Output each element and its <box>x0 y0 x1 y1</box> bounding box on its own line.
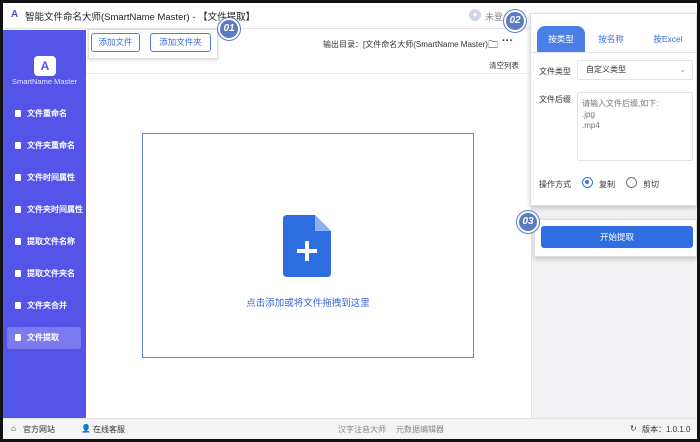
version-text[interactable]: 版本：1.0.1.0 <box>642 424 690 435</box>
copy-radio[interactable] <box>582 177 593 188</box>
app-logo: A <box>34 56 56 76</box>
user-avatar-icon[interactable]: ● <box>469 9 481 21</box>
drop-hint: 点击添加或将文件拖拽到这里 <box>246 298 370 309</box>
sidebar-item-label: 文件夹合并 <box>27 301 67 310</box>
sidebar-item-file-rename[interactable]: 文件重命名 <box>7 103 81 125</box>
sidebar-item-label: 文件夹重命名 <box>27 141 75 150</box>
file-type-select[interactable]: 自定义类型 ⌄ <box>577 60 693 80</box>
app-logo-icon: A <box>11 9 19 20</box>
sidebar-item-folder-rename[interactable]: 文件夹重命名 <box>7 135 81 157</box>
sidebar-item-label: 提取文件夹名 <box>27 269 75 278</box>
home-icon: ⌂ <box>11 424 16 433</box>
tab-by-type[interactable]: 按类型 <box>537 26 585 52</box>
step-marker-3: 03 <box>517 211 539 233</box>
sidebar-item-label: 提取文件名称 <box>27 237 75 246</box>
sidebar-item-folder-merge[interactable]: 文件夹合并 <box>7 295 81 317</box>
sidebar-item-label: 文件时间属性 <box>27 173 75 182</box>
add-file-icon[interactable] <box>283 215 331 277</box>
file-icon <box>15 334 21 341</box>
refresh-icon: ↻ <box>630 424 637 433</box>
more-icon[interactable]: ··· <box>502 35 513 47</box>
chevron-down-icon: ⌄ <box>679 65 686 74</box>
app-name: SmartName Master <box>11 77 77 86</box>
output-directory[interactable]: 输出目录：[文件命名大师(SmartName Master) <box>323 39 488 50</box>
file-icon <box>15 206 21 213</box>
sidebar-item-label: 文件夹时间属性 <box>27 205 83 214</box>
sidebar-item-label: 文件提取 <box>27 333 59 342</box>
cut-radio[interactable] <box>626 177 637 188</box>
website-link[interactable]: 官方网站 <box>23 424 55 435</box>
tab-by-excel[interactable]: 按Excel <box>643 26 693 52</box>
suffix-label: 文件后缀 <box>539 95 571 104</box>
sidebar-item-label: 文件重命名 <box>27 109 67 118</box>
step-marker-1: 01 <box>218 18 240 40</box>
copy-label[interactable]: 复制 <box>599 179 615 190</box>
tab-by-name[interactable]: 按名称 <box>587 26 635 52</box>
login-link[interactable]: 未登 <box>485 10 503 23</box>
clear-list-button[interactable]: 清空列表 <box>489 60 519 71</box>
file-icon <box>15 270 21 277</box>
file-type-label: 文件类型 <box>539 67 571 76</box>
tab-divider <box>531 52 696 53</box>
file-icon <box>15 238 21 245</box>
file-icon <box>15 174 21 181</box>
sidebar-item-file-time[interactable]: 文件时间属性 <box>7 167 81 189</box>
online-service-link[interactable]: 在线客服 <box>93 424 125 435</box>
sidebar-item-file-extract[interactable]: 文件提取 <box>7 327 81 349</box>
cut-label[interactable]: 剪切 <box>643 179 659 190</box>
file-icon <box>15 142 21 149</box>
folder-icon[interactable]: 🗀 <box>488 38 498 55</box>
start-extract-button[interactable]: 开始提取 <box>541 226 693 248</box>
file-type-value: 自定义类型 <box>586 65 626 74</box>
operation-label: 操作方式 <box>539 180 571 189</box>
add-file-button[interactable]: 添加文件 <box>91 33 140 52</box>
sidebar: A SmartName Master 文件重命名 文件夹重命名 文件时间属性 文… <box>3 30 86 418</box>
suffix-input[interactable] <box>577 92 693 161</box>
file-icon <box>15 302 21 309</box>
status-bar: ⌂ 官方网站 👤 在线客服 汉字注音大师 元数据编辑器 ↻ 版本：1.0.1.0 <box>3 418 697 439</box>
user-icon: 👤 <box>81 424 91 433</box>
metadata-editor-link[interactable]: 元数据编辑器 <box>396 424 444 435</box>
sidebar-item-extract-filename[interactable]: 提取文件名称 <box>7 231 81 253</box>
step-marker-2: 02 <box>504 10 526 32</box>
pinyin-tool-link[interactable]: 汉字注音大师 <box>338 424 386 435</box>
file-icon <box>15 110 21 117</box>
sidebar-item-folder-time[interactable]: 文件夹时间属性 <box>7 199 83 221</box>
add-folder-button[interactable]: 添加文件夹 <box>150 33 211 52</box>
sidebar-item-extract-foldername[interactable]: 提取文件夹名 <box>7 263 81 285</box>
app-window: A 智能文件命名大师(SmartName Master) - 【文件提取】 ● … <box>0 0 700 442</box>
